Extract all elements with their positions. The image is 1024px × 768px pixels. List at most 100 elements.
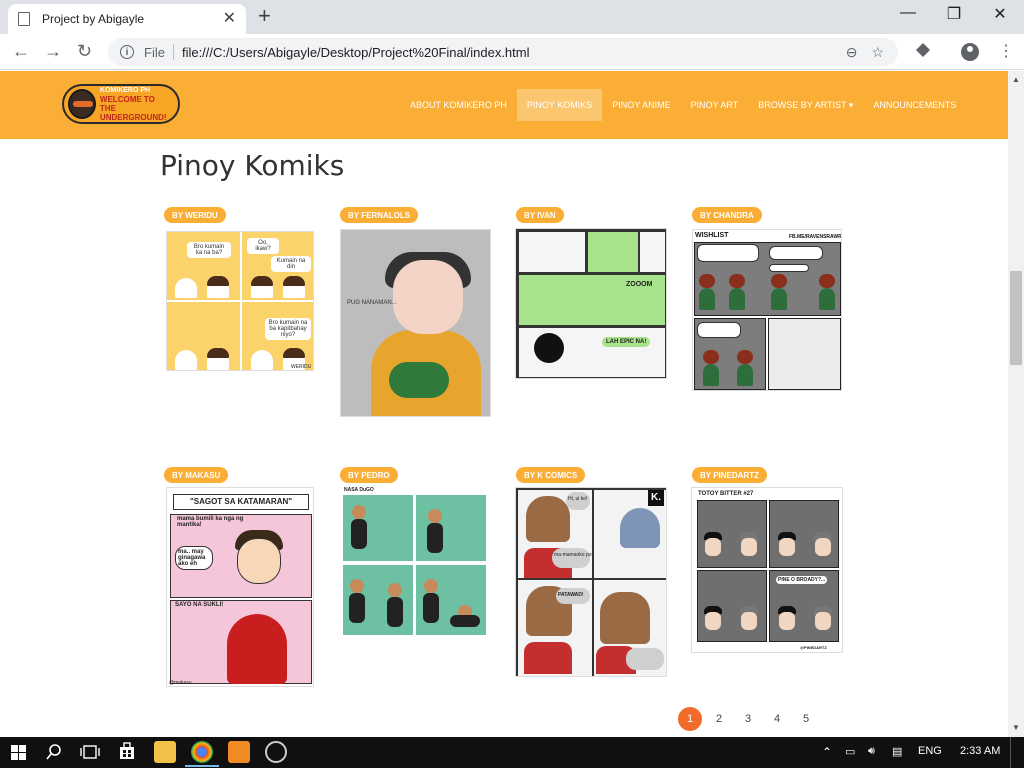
comic-text: PUG NANAMAN...: [347, 300, 397, 306]
minimize-button[interactable]: —: [885, 4, 931, 22]
scheme-label: File: [144, 44, 165, 60]
page-4-button[interactable]: 4: [765, 707, 789, 731]
search-icon[interactable]: [46, 744, 62, 763]
signature-text: WERIDU: [291, 364, 312, 370]
artist-badge[interactable]: BY K COMICS: [516, 467, 586, 483]
bookmark-star-icon[interactable]: ☆: [871, 44, 884, 61]
task-view-icon[interactable]: [80, 744, 100, 763]
comic-thumbnail[interactable]: NASA DuGO: [340, 487, 490, 637]
site-nav-links: ABOUT KOMIKERO PH PINOY KOMIKS PINOY ANI…: [400, 89, 966, 121]
comic-text: TOTOY BITTER #27: [698, 491, 754, 497]
network-icon[interactable]: ▭: [845, 745, 855, 758]
comic-card-ivan[interactable]: BY IVAN ZOOOM LAH EPIC NA!: [512, 207, 672, 387]
page-3-button[interactable]: 3: [736, 707, 760, 731]
pagination: 1 2 3 4 5: [678, 707, 823, 731]
show-desktop-button[interactable]: [1010, 737, 1024, 768]
signature-text: @PINEDARTZ: [800, 645, 827, 650]
comic-text: ma.. may ginagawa ako eh: [175, 546, 213, 570]
artist-badge[interactable]: BY CHANDRA: [692, 207, 762, 223]
comic-thumbnail[interactable]: ZOOOM LAH EPIC NA!: [515, 228, 667, 379]
comic-card-pedro[interactable]: BY PEDRO NASA DuGO: [336, 467, 496, 647]
maximize-button[interactable]: ❐: [931, 4, 977, 24]
address-bar[interactable]: i File file:///C:/Users/Abigayle/Desktop…: [108, 38, 898, 66]
comic-text: Hi, ui ko!: [568, 496, 588, 502]
comic-thumbnail[interactable]: Hi, ui ko! ma-mamaoko po! PATAWAD! K.: [515, 487, 667, 677]
logo-line-2: WELCOME TO: [99, 95, 155, 104]
comic-text: mama bumili ka nga ng mantika!: [177, 516, 244, 528]
comic-thumbnail[interactable]: WISHLIST FB.ME/RAVENSRAWR: [692, 229, 842, 391]
artist-badge[interactable]: BY PEDRO: [340, 467, 398, 483]
comic-card-makasu[interactable]: BY MAKASU "SAGOT SA KATAMARAN" mama bumi…: [160, 467, 320, 697]
speech-bubble: Oo, ikaw?: [247, 238, 279, 254]
artist-badge[interactable]: BY MAKASU: [164, 467, 229, 483]
back-button[interactable]: ←: [12, 41, 30, 61]
k-comics-logo: K.: [648, 490, 664, 506]
nav-pinoy-anime[interactable]: PINOY ANIME: [602, 89, 680, 121]
nav-about[interactable]: ABOUT KOMIKERO PH: [400, 89, 517, 121]
file-explorer-icon[interactable]: [154, 741, 176, 763]
action-center-icon[interactable]: ▤: [892, 745, 902, 758]
scroll-up-arrow-icon[interactable]: ▲: [1012, 75, 1020, 84]
volume-icon[interactable]: 🔊︎: [868, 745, 875, 758]
comic-text: ZOOOM: [626, 281, 653, 288]
forward-button[interactable]: →: [44, 41, 62, 61]
artist-badge[interactable]: BY PINEDARTZ: [692, 467, 767, 483]
comic-thumbnail[interactable]: Bro kumain ka na ba? Oo, ikaw? Kumain na…: [166, 231, 314, 371]
store-icon[interactable]: [117, 741, 139, 763]
nav-announcements[interactable]: ANNOUNCEMENTS: [863, 89, 966, 121]
close-window-button[interactable]: ✕: [977, 4, 1023, 24]
speech-bubble: Kumain na din: [271, 256, 311, 272]
vertical-scrollbar[interactable]: ▲ ▼: [1008, 71, 1024, 737]
page-1-button[interactable]: 1: [678, 707, 702, 731]
chrome-icon[interactable]: [185, 741, 219, 767]
browser-tab[interactable]: Project by Abigayle ✕: [8, 4, 246, 34]
page-viewport: KOMIKERO PH WELCOME TO THE UNDERGROUND! …: [0, 71, 1008, 737]
scroll-thumb[interactable]: [1010, 271, 1022, 365]
comic-text: FB.ME/RAVENSRAWR: [789, 234, 842, 240]
comic-thumbnail[interactable]: TOTOY BITTER #27 PINE O BROADY?... @PINE…: [691, 487, 843, 653]
tray-chevron-icon[interactable]: ⌃: [822, 745, 832, 759]
comic-card-k-comics[interactable]: BY K COMICS Hi, ui ko! ma-mamaoko po! PA…: [512, 467, 672, 687]
logo-line-3: THE UNDERGROUND!: [99, 104, 167, 122]
language-indicator[interactable]: ENG: [918, 745, 942, 757]
nav-pinoy-art[interactable]: PINOY ART: [681, 89, 749, 121]
browser-tabstrip: Project by Abigayle ✕ + — ❐ ✕: [0, 0, 1024, 34]
scroll-down-arrow-icon[interactable]: ▼: [1012, 723, 1020, 732]
artist-badge[interactable]: BY WERIDU: [164, 207, 226, 223]
extension-icon[interactable]: [916, 43, 930, 60]
paint-icon[interactable]: [265, 741, 287, 763]
clock[interactable]: 2:33 AM: [960, 745, 1000, 757]
artist-badge[interactable]: BY IVAN: [516, 207, 564, 223]
signature-text: @makasu: [169, 680, 192, 686]
nav-browse-by-artist[interactable]: BROWSE BY ARTIST ▾: [748, 89, 863, 121]
page-2-button[interactable]: 2: [707, 707, 731, 731]
url-text[interactable]: file:///C:/Users/Abigayle/Desktop/Projec…: [182, 45, 846, 60]
comic-thumbnail[interactable]: PUG NANAMAN...: [340, 229, 491, 417]
comic-text: SAYO NA SUKLI!: [175, 602, 224, 608]
comic-text: LAH EPIC NA!: [602, 337, 651, 347]
sublime-text-icon[interactable]: [228, 741, 250, 763]
speech-bubble: Bro kumain na ba kapitbahay niyo?: [265, 318, 311, 340]
nav-pinoy-komiks[interactable]: PINOY KOMIKS: [516, 89, 603, 121]
page-title: Pinoy Komiks: [160, 149, 345, 182]
start-button[interactable]: [11, 745, 26, 760]
zoom-icon[interactable]: ⊖: [846, 44, 858, 61]
comic-card-pinedartz[interactable]: BY PINEDARTZ TOTOY BITTER #27 PINE O BRO…: [688, 467, 848, 667]
tab-close-icon[interactable]: ✕: [223, 11, 236, 27]
artist-badge[interactable]: BY FERNALOLS: [340, 207, 419, 223]
page-icon: [18, 12, 30, 26]
reload-button[interactable]: ↻: [77, 41, 92, 61]
profile-icon[interactable]: [961, 43, 979, 61]
site-logo[interactable]: KOMIKERO PH WELCOME TO THE UNDERGROUND!: [62, 84, 180, 124]
comic-card-weridu[interactable]: BY WERIDU Bro kumain ka na ba? Oo, ikaw?…: [160, 207, 320, 407]
comic-title: "SAGOT SA KATAMARAN": [173, 494, 309, 510]
comic-card-fernalols[interactable]: BY FERNALOLS PUG NANAMAN...: [336, 207, 496, 427]
site-navbar: KOMIKERO PH WELCOME TO THE UNDERGROUND! …: [0, 71, 1008, 139]
comic-thumbnail[interactable]: "SAGOT SA KATAMARAN" mama bumili ka nga …: [166, 487, 314, 687]
comic-text: PINE O BROADY?...: [776, 576, 828, 584]
browser-menu-icon[interactable]: ⋮: [998, 41, 1014, 61]
info-icon[interactable]: i: [120, 45, 134, 59]
new-tab-button[interactable]: +: [258, 5, 271, 27]
comic-card-chandra[interactable]: BY CHANDRA WISHLIST FB.ME/RAVENSRAWR: [688, 207, 848, 397]
page-5-button[interactable]: 5: [794, 707, 818, 731]
